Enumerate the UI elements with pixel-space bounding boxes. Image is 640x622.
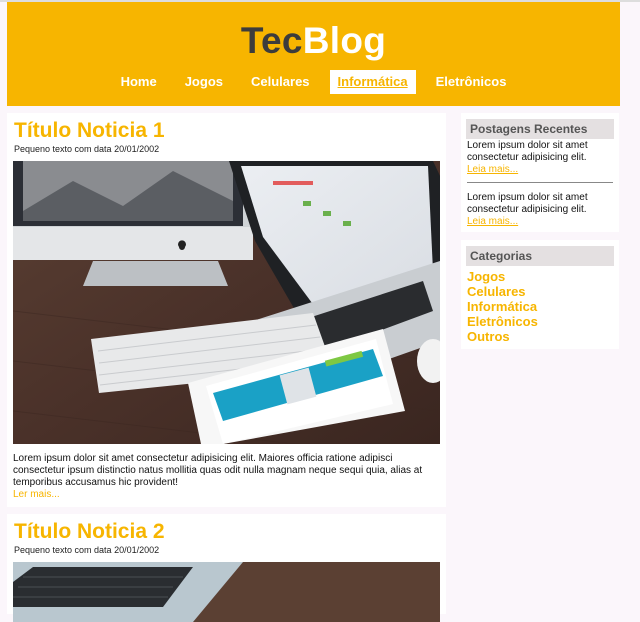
divider [467,182,613,183]
post-excerpt: Lorem ipsum dolor sit amet consectetur a… [13,453,423,488]
main-nav: Home Jogos Celulares Informática Eletrôn… [7,70,620,94]
post-card: Título Noticia 2 Pequeno texto com data … [7,514,446,622]
post-title[interactable]: Título Noticia 2 [14,520,165,544]
nav-item-eletronicos[interactable]: Eletrônicos [428,70,515,94]
nav-item-celulares[interactable]: Celulares [243,70,318,94]
post-meta: Pequeno texto com data 20/01/2002 [14,144,160,154]
widget-title: Categorias [466,246,614,266]
site-header: TecBlog Home Jogos Celulares Informática… [7,2,620,106]
recent-posts-widget: Postagens Recentes Lorem ipsum dolor sit… [461,113,619,232]
desk-computers-photo [13,161,440,444]
recent-post-text: Lorem ipsum dolor sit amet consectetur a… [467,140,588,163]
post-image[interactable] [13,562,440,622]
recent-post-item: Lorem ipsum dolor sit amet consectetur a… [467,192,615,228]
logo-part-blog: Blog [302,20,387,61]
nav-item-home[interactable]: Home [113,70,165,94]
categories-widget: Categorias Jogos Celulares Informática E… [461,240,619,349]
logo-part-tec: Tec [240,20,303,61]
widget-title: Postagens Recentes [466,119,614,139]
nav-item-informatica[interactable]: Informática [329,70,416,94]
category-jogos[interactable]: Jogos [467,269,538,284]
laptop-keyboard-photo [13,562,440,622]
post-card: Título Noticia 1 Pequeno texto com data … [7,113,446,507]
category-celulares[interactable]: Celulares [467,284,538,299]
category-outros[interactable]: Outros [467,329,538,344]
category-eletronicos[interactable]: Eletrônicos [467,314,538,329]
nav-item-jogos[interactable]: Jogos [177,70,231,94]
recent-post-text: Lorem ipsum dolor sit amet consectetur a… [467,192,588,215]
post-image[interactable] [13,161,440,444]
category-list: Jogos Celulares Informática Eletrônicos … [467,269,538,344]
read-more-link[interactable]: Leia mais... [467,164,615,176]
read-more-link[interactable]: Ler mais... [13,489,60,501]
recent-post-item: Lorem ipsum dolor sit amet consectetur a… [467,140,615,176]
post-meta: Pequeno texto com data 20/01/2002 [14,545,160,555]
site-logo[interactable]: TecBlog [7,21,620,61]
read-more-link[interactable]: Leia mais... [467,216,615,228]
post-title[interactable]: Título Noticia 1 [14,119,165,143]
category-informatica[interactable]: Informática [467,299,538,314]
